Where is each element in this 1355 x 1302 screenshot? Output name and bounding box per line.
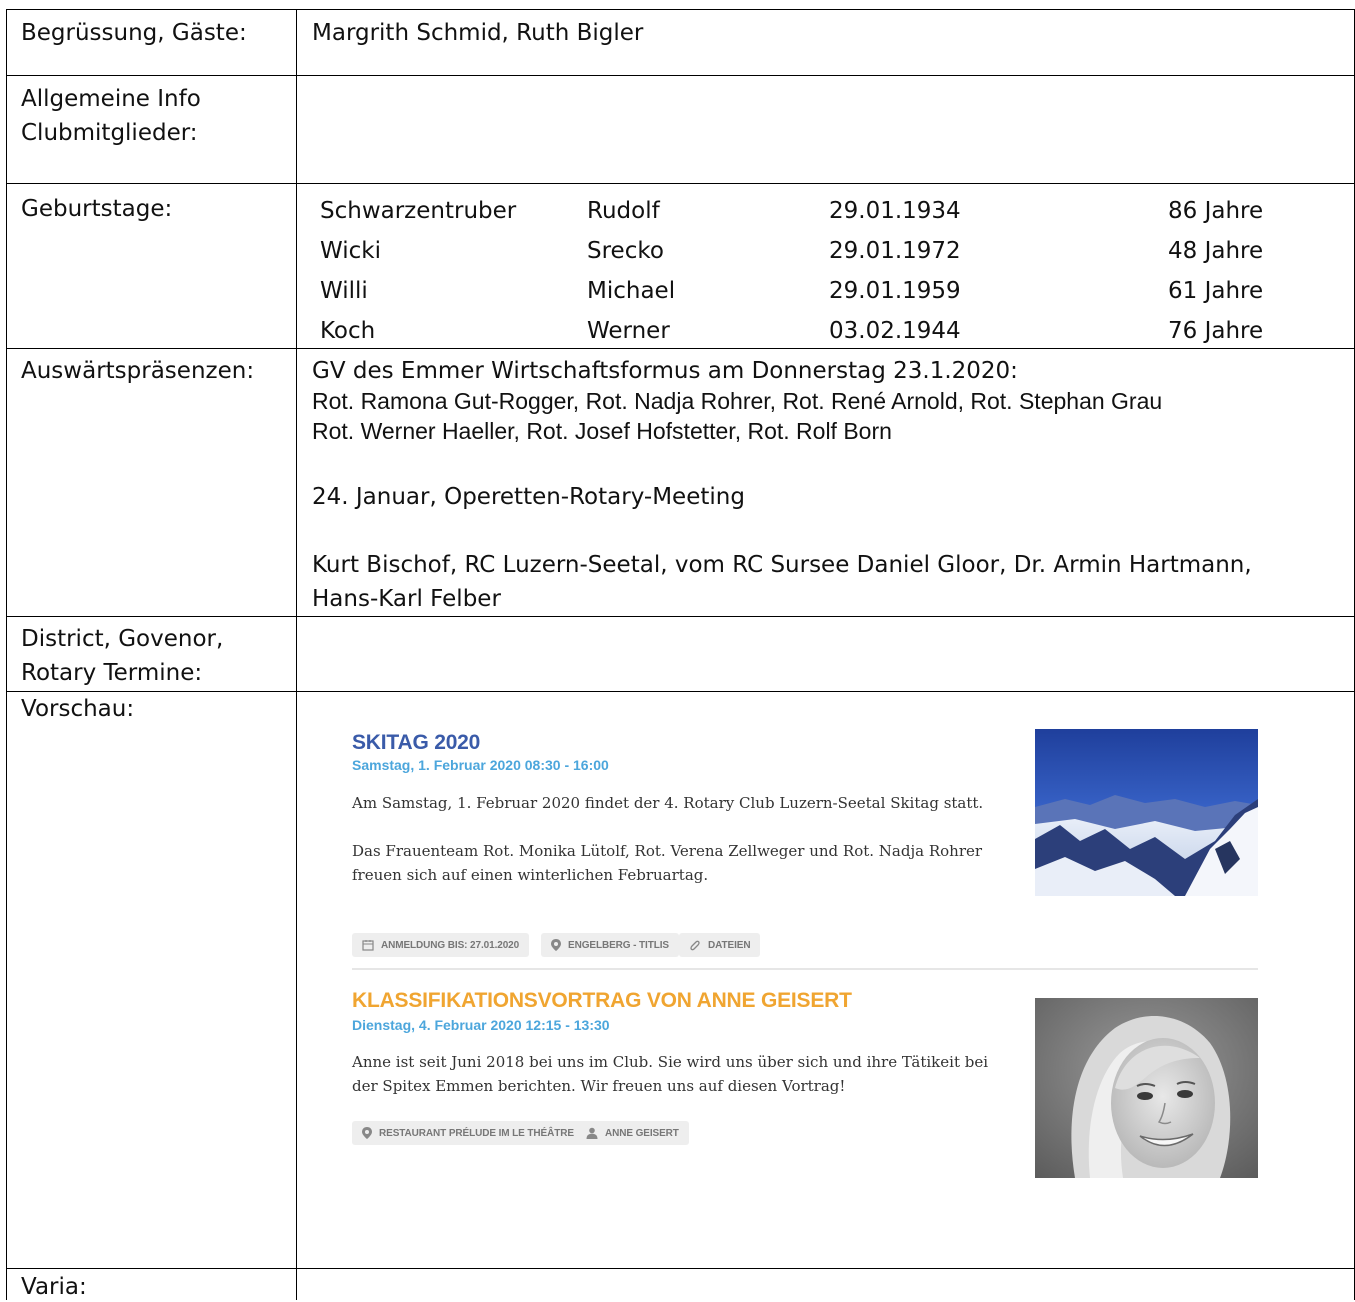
table-border	[6, 183, 1355, 184]
event-image-mountains	[1035, 729, 1258, 896]
tag-label: DATEIEN	[708, 939, 751, 951]
table-border	[6, 9, 1355, 10]
event-title[interactable]: KLASSIFIKATIONSVORTRAG VON ANNE GEISERT	[352, 989, 852, 1013]
birthday-age: 48 Jahre	[1168, 238, 1264, 264]
table-border	[6, 75, 1355, 76]
birthday-name: Willi	[320, 278, 368, 304]
map-pin-icon	[362, 1127, 372, 1139]
birthday-date: 03.02.1944	[829, 318, 961, 344]
row-label-district-1: District, Govenor,	[21, 626, 224, 652]
event-image-portrait	[1035, 998, 1258, 1178]
row-label-district-2: Rotary Termine:	[21, 660, 203, 686]
birthday-firstname: Srecko	[587, 238, 664, 264]
table-border	[6, 9, 7, 1300]
birthday-firstname: Michael	[587, 278, 676, 304]
tag-label: ANNE GEISERT	[605, 1127, 679, 1139]
row-label-varia: Varia:	[21, 1274, 87, 1300]
paperclip-icon	[690, 940, 700, 951]
birthday-age: 86 Jahre	[1168, 198, 1264, 224]
birthday-date: 29.01.1934	[829, 198, 961, 224]
row-label-vorschau: Vorschau:	[21, 696, 135, 722]
table-border	[296, 9, 297, 1300]
birthday-firstname: Rudolf	[587, 198, 660, 224]
auswaerts-line: Rot. Werner Haeller, Rot. Josef Hofstett…	[312, 418, 892, 444]
row-label-allgemein-1: Allgemeine Info	[21, 86, 201, 112]
row-label-allgemein-2: Clubmitglieder:	[21, 120, 198, 146]
birthday-name: Koch	[320, 318, 376, 344]
tag-label: RESTAURANT PRÉLUDE IM LE THÉÂTRE	[379, 1127, 574, 1139]
event-tag[interactable]: ENGELBERG - TITLIS	[541, 933, 679, 957]
row-label-geburtstage: Geburtstage:	[21, 196, 173, 222]
table-border	[6, 348, 1355, 349]
guests-value: Margrith Schmid, Ruth Bigler	[312, 20, 644, 46]
auswaerts-line: Rot. Ramona Gut-Rogger, Rot. Nadja Rohre…	[312, 388, 1163, 414]
birthday-age: 61 Jahre	[1168, 278, 1264, 304]
tag-label: ENGELBERG - TITLIS	[568, 939, 669, 951]
event-date: Dienstag, 4. Februar 2020 12:15 - 13:30	[352, 1017, 610, 1033]
row-label-begruessung: Begrüssung, Gäste:	[21, 20, 247, 46]
event-description: Anne ist seit Juni 2018 bei uns im Club.…	[352, 1053, 989, 1095]
event-description: Das Frauenteam Rot. Monika Lütolf, Rot. …	[352, 842, 983, 884]
event-tag[interactable]: RESTAURANT PRÉLUDE IM LE THÉÂTRE	[352, 1121, 584, 1145]
birthday-date: 29.01.1972	[829, 238, 961, 264]
table-border	[6, 691, 1355, 692]
event-title[interactable]: SKITAG 2020	[352, 731, 480, 755]
birthday-name: Schwarzentruber	[320, 198, 517, 224]
map-pin-icon	[551, 939, 561, 951]
user-icon	[586, 1127, 598, 1139]
birthday-name: Wicki	[320, 238, 381, 264]
event-tag[interactable]: ANNE GEISERT	[576, 1121, 689, 1145]
tag-label: ANMELDUNG BIS: 27.01.2020	[381, 939, 520, 951]
calendar-icon	[362, 940, 374, 951]
event-date: Samstag, 1. Februar 2020 08:30 - 16:00	[352, 757, 609, 773]
event-tag[interactable]: ANMELDUNG BIS: 27.01.2020	[352, 933, 530, 957]
birthday-age: 76 Jahre	[1168, 318, 1264, 344]
auswaerts-line: Kurt Bischof, RC Luzern-Seetal, vom RC S…	[312, 552, 1252, 578]
birthday-date: 29.01.1959	[829, 278, 961, 304]
auswaerts-line: GV des Emmer Wirtschaftsformus am Donner…	[312, 358, 1018, 384]
birthday-firstname: Werner	[587, 318, 670, 344]
row-label-auswaerts: Auswärtspräsenzen:	[21, 358, 255, 384]
table-border	[6, 1268, 1355, 1269]
auswaerts-line: Hans-Karl Felber	[312, 586, 501, 612]
event-divider	[352, 968, 1258, 970]
table-border	[6, 616, 1355, 617]
event-tag[interactable]: DATEIEN	[679, 933, 761, 957]
auswaerts-line: 24. Januar, Operetten-Rotary-Meeting	[312, 484, 745, 510]
event-description: Am Samstag, 1. Februar 2020 findet der 4…	[352, 794, 984, 812]
